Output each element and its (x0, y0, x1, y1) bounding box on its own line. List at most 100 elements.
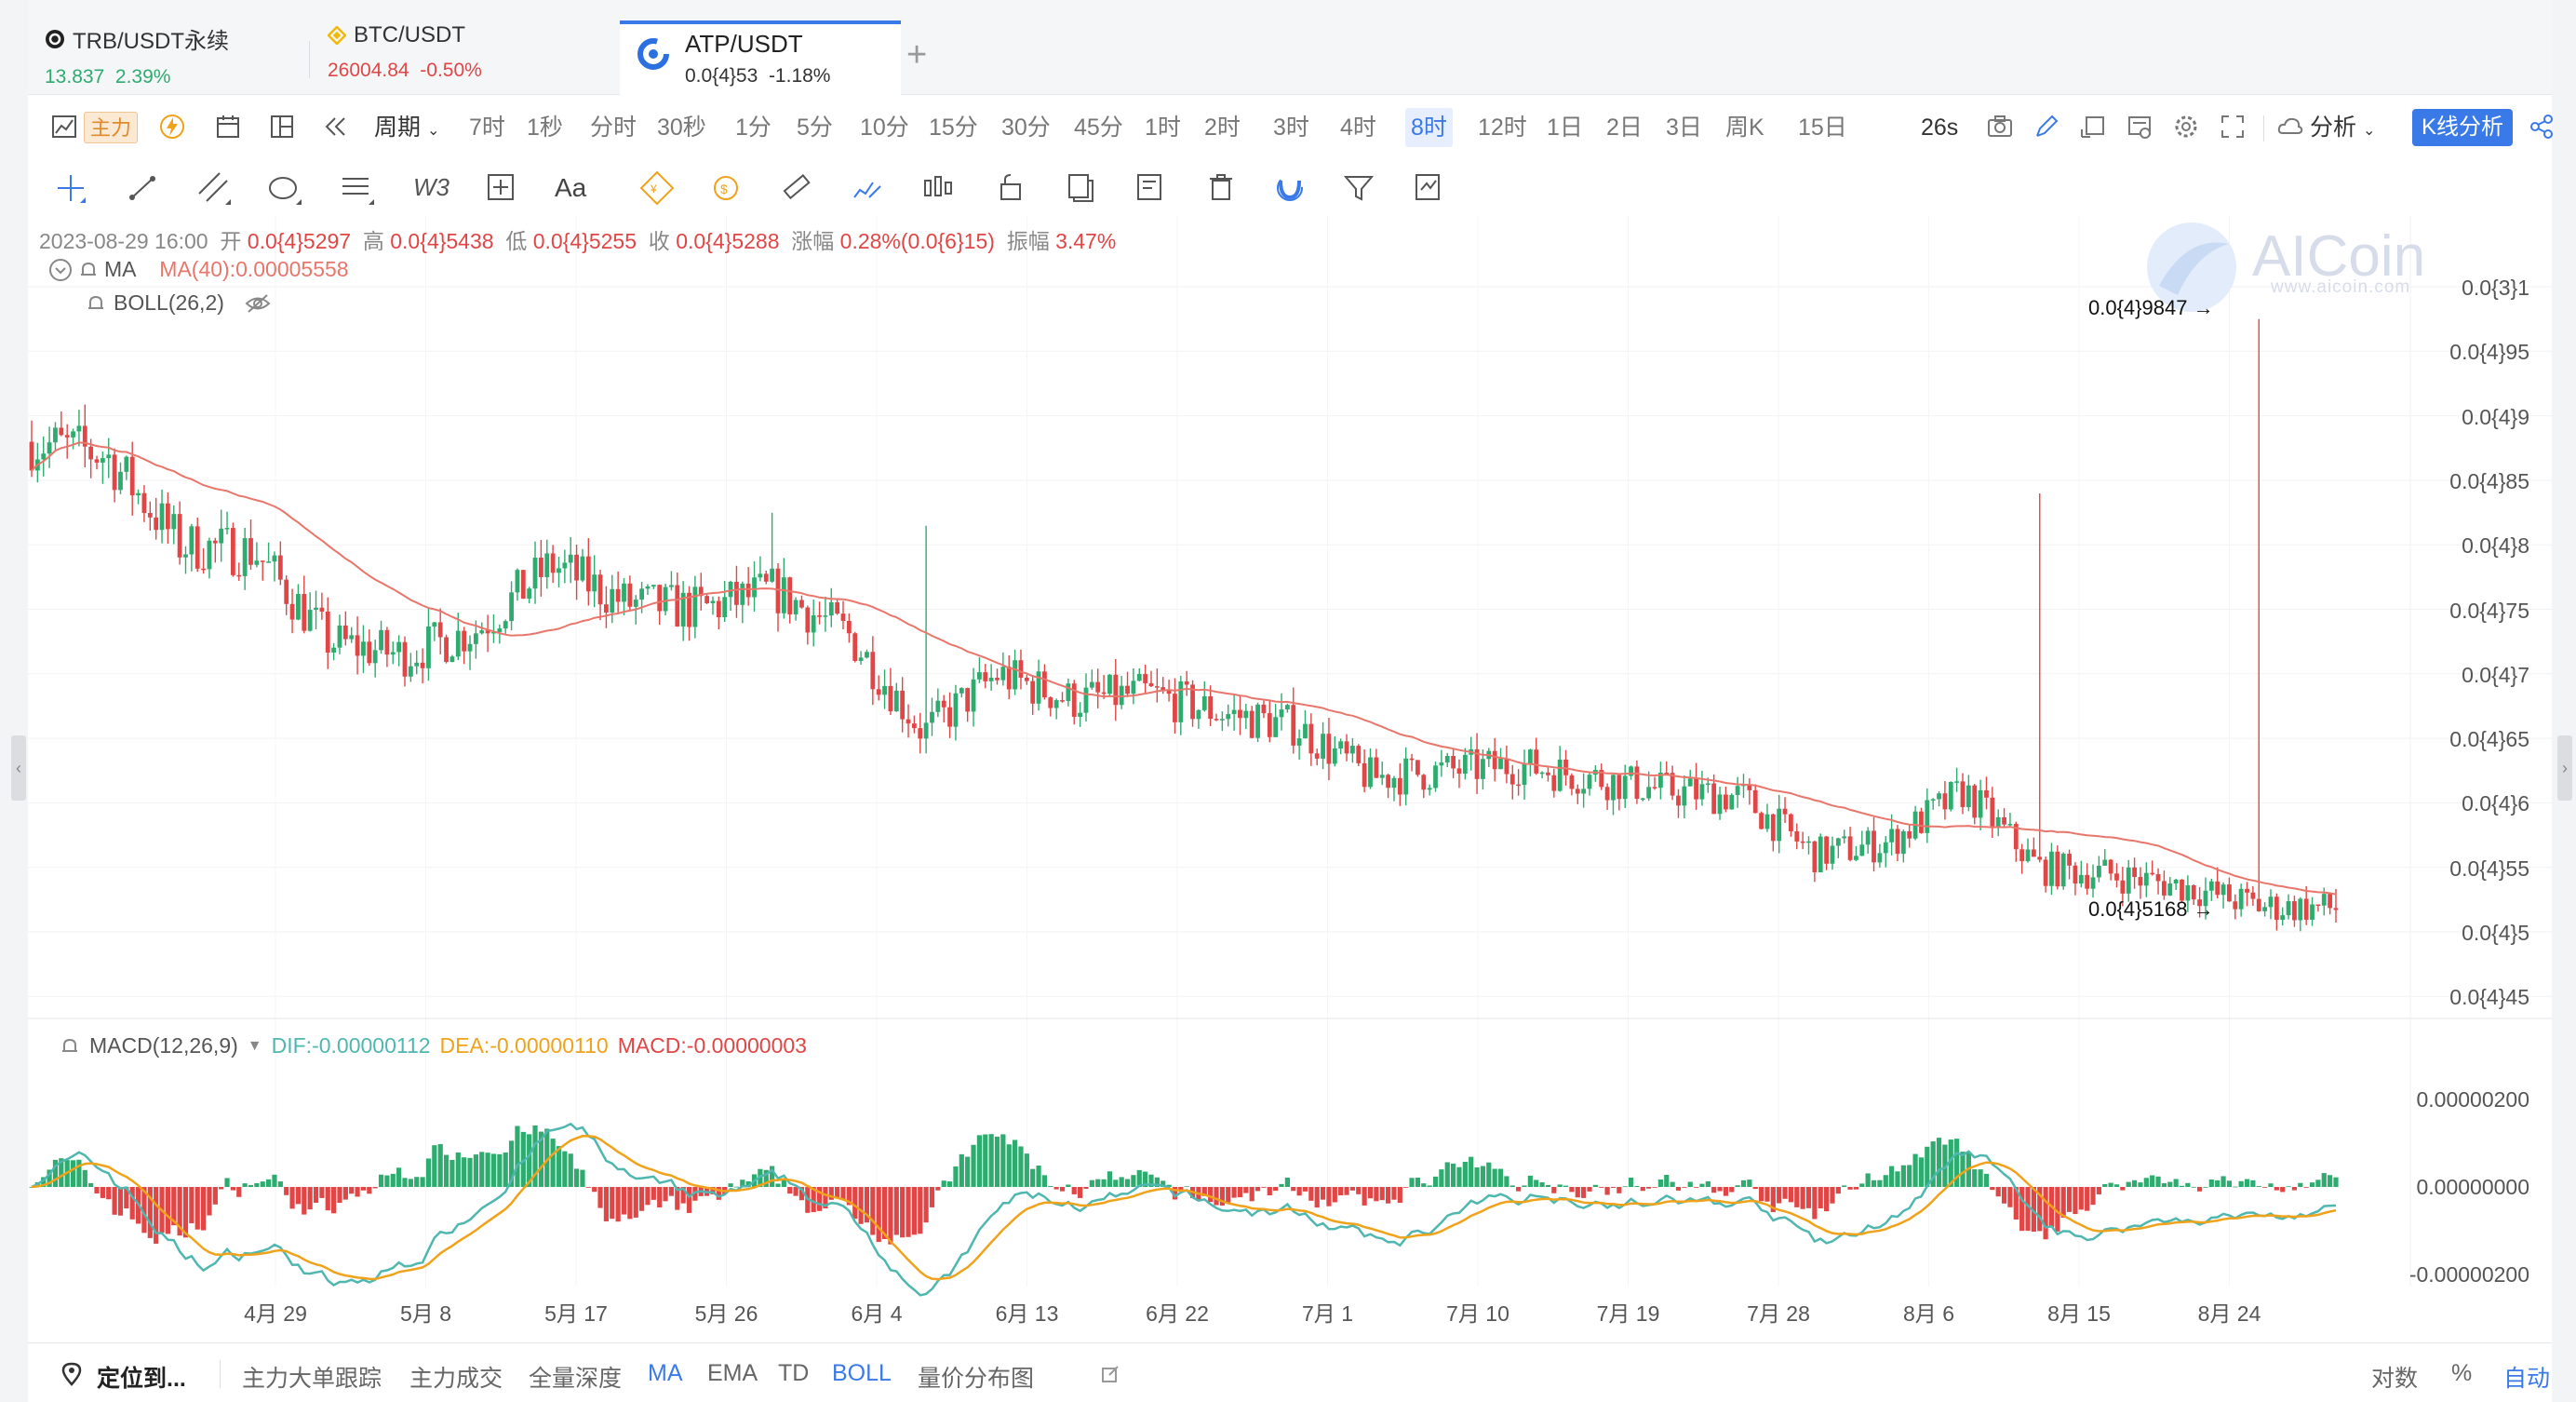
interval-option[interactable]: 30分 (1001, 108, 1051, 147)
svg-text:$: $ (720, 182, 728, 196)
chart-area[interactable]: AICoin www.aicoin.com 2023-08-29 16:00 开… (28, 216, 2552, 1342)
bottom-item[interactable]: 全量深度 (529, 1360, 622, 1394)
copy-icon[interactable] (1061, 169, 1098, 207)
sync-drawing-icon[interactable] (1409, 169, 1446, 207)
auto-scale-toggle[interactable]: 自动 (2503, 1360, 2550, 1394)
interval-option[interactable]: 2时 (1204, 108, 1241, 147)
crosshair-icon[interactable] (52, 169, 89, 207)
candle-body (1391, 777, 1397, 789)
macd-indicator-legend[interactable]: MACD(12,26,9) ▼ DIF:-0.00000112 DEA:-0.0… (60, 1033, 807, 1058)
chart-type-icon[interactable] (50, 113, 78, 141)
interval-option[interactable]: 1时 (1145, 108, 1181, 147)
interval-option[interactable]: 45分 (1074, 108, 1123, 147)
main-force-toggle[interactable]: 主力 (84, 112, 139, 143)
cloud-icon[interactable] (2276, 113, 2304, 141)
add-window-icon[interactable] (2079, 113, 2107, 141)
interval-option[interactable]: 1分 (735, 108, 771, 147)
kline-chart[interactable] (28, 216, 2552, 1342)
rewind-icon[interactable] (322, 113, 350, 141)
lock-icon[interactable] (992, 169, 1029, 207)
period-dropdown[interactable]: 周期 ⌄ (374, 108, 439, 147)
money-tool-icon[interactable]: $ (707, 169, 745, 207)
interval-option[interactable]: 3日 (1666, 108, 1702, 147)
macd-bar (1522, 1185, 1527, 1187)
measure-box-icon[interactable] (484, 169, 521, 207)
candle-pattern-icon[interactable] (919, 169, 957, 207)
tab-btc[interactable]: BTC/USDT 26004.84 -0.50% (328, 22, 482, 95)
bottom-item[interactable]: TD (778, 1360, 809, 1387)
interval-option[interactable]: 4时 (1340, 108, 1376, 147)
macd-bar (1830, 1187, 1835, 1204)
candle-body (550, 553, 556, 573)
interval-option[interactable]: 12时 (1478, 108, 1527, 147)
bell-icon[interactable] (60, 1036, 80, 1057)
location-pin-icon[interactable] (61, 1362, 82, 1386)
caret-down-icon[interactable]: ▼ (248, 1038, 262, 1055)
lightning-icon[interactable] (158, 113, 186, 141)
tab-atp[interactable]: ATP/USDT 0.0{4}53 -1.18% (620, 20, 901, 95)
macd-bar (1492, 1168, 1497, 1187)
boll-indicator-legend[interactable]: BOLL(26,2) (86, 290, 271, 316)
interval-option[interactable]: 5分 (797, 108, 833, 147)
trendline-icon[interactable] (125, 169, 162, 207)
bottom-item[interactable]: 主力大单跟踪 (242, 1360, 382, 1394)
price-tick: 0.0{4}45 (2449, 985, 2529, 1010)
calendar-icon[interactable] (214, 113, 242, 141)
layout-icon[interactable] (268, 113, 296, 141)
bell-icon[interactable] (78, 260, 99, 280)
tab-trb[interactable]: TRB/USDT永续 13.837 2.39% (45, 22, 229, 95)
macd-bar (1551, 1187, 1557, 1193)
interval-option[interactable]: 周K (1725, 108, 1764, 147)
collapse-left-arrow-icon[interactable]: ‹ (11, 735, 26, 801)
add-tab-button[interactable]: + (906, 35, 927, 75)
interval-option[interactable]: 分时 (590, 108, 637, 147)
filter-icon[interactable] (1340, 169, 1377, 207)
interval-option[interactable]: 15日 (1798, 108, 1847, 147)
interval-option[interactable]: 8时 (1405, 108, 1453, 147)
interval-option[interactable]: 2日 (1606, 108, 1643, 147)
bottom-item[interactable]: 主力成交 (409, 1360, 503, 1394)
macd-bar (1101, 1179, 1107, 1187)
interval-option[interactable]: 10分 (860, 108, 909, 147)
locate-button[interactable]: 定位到... (97, 1360, 186, 1394)
alert-settings-icon[interactable] (2126, 113, 2153, 141)
trash-icon[interactable] (1202, 169, 1240, 207)
analysis-dropdown[interactable]: 分析 ⌄ (2310, 108, 2375, 147)
wave-tool[interactable]: W3 (413, 173, 450, 210)
collapse-circle-icon[interactable] (48, 258, 73, 282)
fib-lines-icon[interactable] (339, 169, 376, 207)
collapse-right-arrow-icon[interactable]: › (2557, 735, 2572, 801)
edit-note-icon[interactable] (1132, 169, 1169, 207)
bottom-item[interactable]: 量价分布图 (918, 1360, 1034, 1394)
price-range-icon[interactable]: ¥ (638, 169, 676, 207)
candle-body (1818, 836, 1823, 872)
interval-option[interactable]: 15分 (929, 108, 978, 147)
interval-option[interactable]: 30秒 (657, 108, 706, 147)
fullscreen-icon[interactable] (2219, 113, 2247, 141)
eye-hidden-icon[interactable] (245, 293, 271, 314)
brush-icon[interactable] (849, 169, 886, 207)
ruler-icon[interactable] (778, 169, 815, 207)
ellipse-icon[interactable] (266, 169, 303, 207)
bottom-item[interactable]: MA (648, 1360, 683, 1387)
bottom-item[interactable]: EMA (707, 1360, 758, 1387)
channel-icon[interactable] (195, 169, 233, 207)
magnet-icon[interactable] (1271, 169, 1308, 207)
percent-toggle[interactable]: % (2451, 1360, 2472, 1387)
interval-option[interactable]: 1秒 (527, 108, 563, 147)
interval-option[interactable]: 7时 (469, 108, 505, 147)
ma-indicator-legend[interactable]: MA MA(40):0.00005558 (48, 257, 349, 282)
bottom-item[interactable]: BOLL (832, 1360, 892, 1387)
share-icon[interactable] (2528, 113, 2556, 141)
interval-option[interactable]: 3时 (1273, 108, 1309, 147)
log-scale-toggle[interactable]: 对数 (2371, 1360, 2418, 1394)
tab-change: 2.39% (114, 66, 171, 88)
pencil-icon[interactable] (2033, 113, 2060, 141)
bell-icon[interactable] (86, 293, 106, 314)
external-link-icon[interactable] (1100, 1364, 1120, 1384)
kline-analysis-button[interactable]: K线分析 (2412, 109, 2514, 146)
interval-option[interactable]: 1日 (1547, 108, 1583, 147)
text-tool[interactable]: Aa (555, 173, 601, 210)
camera-icon[interactable] (1986, 113, 2014, 141)
gear-icon[interactable] (2172, 113, 2200, 141)
